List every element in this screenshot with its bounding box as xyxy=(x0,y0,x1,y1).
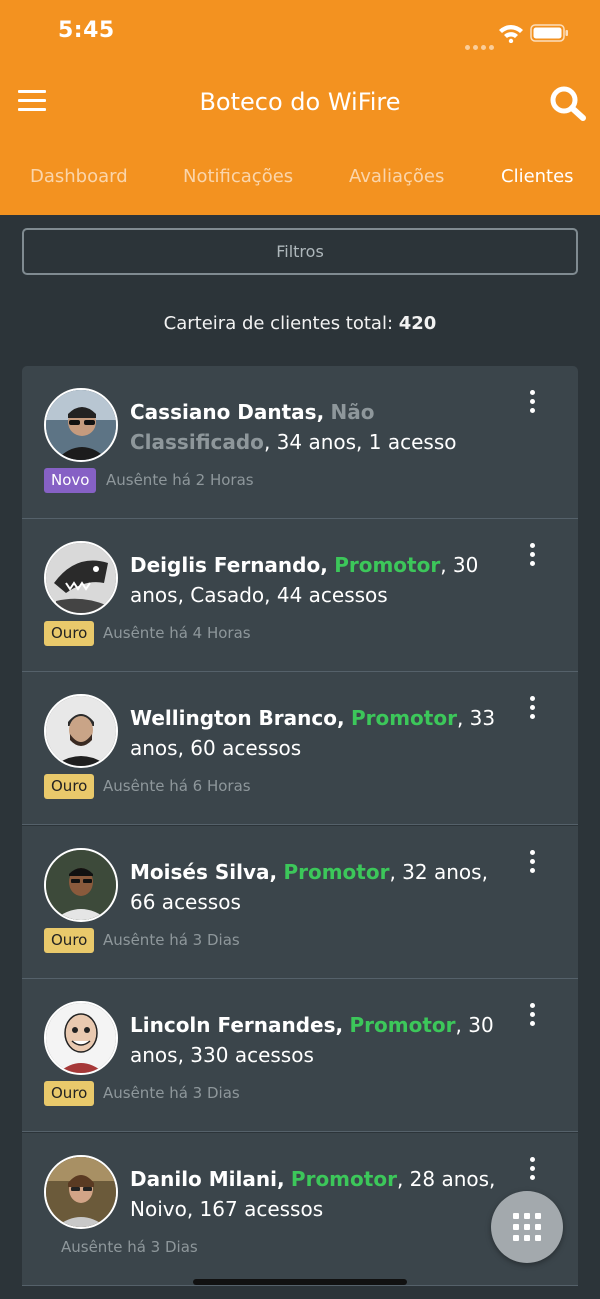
kebab-icon[interactable] xyxy=(522,850,542,876)
fab-menu-button[interactable] xyxy=(491,1191,563,1263)
absent-label: Ausênte há 3 Dias xyxy=(103,1084,240,1102)
client-classification: Promotor xyxy=(290,1167,397,1191)
signal-dots-icon xyxy=(465,35,497,54)
client-name: Lincoln Fernandes, xyxy=(130,1013,344,1037)
kebab-icon[interactable] xyxy=(522,696,542,722)
client-classification: Promotor xyxy=(349,1013,456,1037)
avatar xyxy=(44,1001,118,1075)
client-card[interactable]: Lincoln Fernandes, Promotor, 30 anos, 33… xyxy=(22,979,578,1132)
client-summary: Moisés Silva, Promotor, 32 anos, 66 aces… xyxy=(130,857,510,917)
client-name: Moisés Silva, xyxy=(130,860,278,884)
kebab-icon[interactable] xyxy=(522,1003,542,1029)
status-badge: Novo xyxy=(44,468,97,493)
absent-label: Ausênte há 4 Horas xyxy=(103,624,251,642)
client-summary: Cassiano Dantas, Não Classificado, 34 an… xyxy=(130,397,510,457)
tab-bar: Dashboard Notificações Avaliações Client… xyxy=(0,166,600,192)
filters-button[interactable]: Filtros xyxy=(22,228,578,275)
battery-icon xyxy=(530,24,568,42)
status-badge: Ouro xyxy=(44,1081,95,1106)
client-details: , 34 anos, 1 acesso xyxy=(263,430,457,454)
client-card[interactable]: Deiglis Fernando, Promotor, 30 anos, Cas… xyxy=(22,519,578,672)
app-title: Boteco do WiFire xyxy=(199,88,401,116)
tab-dashboard[interactable]: Dashboard xyxy=(30,166,128,187)
kebab-icon[interactable] xyxy=(522,543,542,569)
client-card[interactable]: Moisés Silva, Promotor, 32 anos, 66 aces… xyxy=(22,826,578,979)
absent-label: Ausênte há 3 Dias xyxy=(103,931,240,949)
search-icon[interactable] xyxy=(548,84,588,122)
kebab-icon[interactable] xyxy=(522,1157,542,1183)
client-name: Cassiano Dantas, xyxy=(130,400,325,424)
kebab-icon[interactable] xyxy=(522,390,542,416)
avatar xyxy=(44,541,118,615)
avatar xyxy=(44,848,118,922)
status-badge: Ouro xyxy=(44,928,95,953)
client-summary: Deiglis Fernando, Promotor, 30 anos, Cas… xyxy=(130,550,510,610)
tab-notificacoes[interactable]: Notificações xyxy=(183,166,293,187)
client-card[interactable]: Cassiano Dantas, Não Classificado, 34 an… xyxy=(22,366,578,519)
absent-label: Ausênte há 2 Horas xyxy=(106,471,254,489)
app-header: 5:45 Boteco do WiFire Dashboard Notifica… xyxy=(0,0,600,215)
grid-icon xyxy=(513,1213,541,1241)
client-summary: Danilo Milani, Promotor, 28 anos, Noivo,… xyxy=(130,1164,510,1224)
home-indicator[interactable] xyxy=(193,1279,407,1285)
avatar xyxy=(44,694,118,768)
client-summary: Wellington Branco, Promotor, 33 anos, 60… xyxy=(130,703,510,763)
client-summary: Lincoln Fernandes, Promotor, 30 anos, 33… xyxy=(130,1010,510,1070)
tab-clientes[interactable]: Clientes xyxy=(501,166,574,187)
status-badge: Ouro xyxy=(44,621,95,646)
tab-avaliacoes[interactable]: Avaliações xyxy=(349,166,444,187)
absent-label: Ausênte há 3 Dias xyxy=(61,1238,198,1256)
wifi-icon xyxy=(499,25,523,43)
avatar xyxy=(44,1155,118,1229)
client-name: Danilo Milani, xyxy=(130,1167,285,1191)
status-badge: Ouro xyxy=(44,774,95,799)
avatar xyxy=(44,388,118,462)
client-classification: Promotor xyxy=(350,706,457,730)
status-time: 5:45 xyxy=(58,18,115,43)
client-name: Deiglis Fernando, xyxy=(130,553,328,577)
client-name: Wellington Branco, xyxy=(130,706,345,730)
client-total-label: Carteira de clientes total: xyxy=(163,313,394,334)
client-card[interactable]: Wellington Branco, Promotor, 33 anos, 60… xyxy=(22,672,578,825)
client-total: Carteira de clientes total: 420 xyxy=(0,313,600,334)
absent-label: Ausênte há 6 Horas xyxy=(103,777,251,795)
client-classification: Promotor xyxy=(283,860,390,884)
client-total-count: 420 xyxy=(398,313,437,334)
client-classification: Promotor xyxy=(334,553,441,577)
